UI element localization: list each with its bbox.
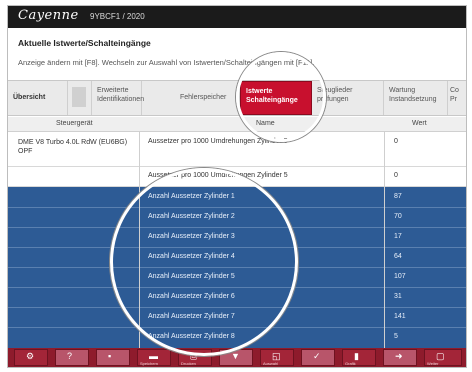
help-button[interactable]: ? bbox=[55, 349, 89, 366]
column-header-value: Wert bbox=[412, 120, 427, 127]
tab-fehlerspeicher[interactable]: Fehlerspeicher bbox=[142, 81, 240, 115]
message-icon: ▪ bbox=[108, 351, 112, 361]
confirm-button[interactable]: ✓ bbox=[301, 349, 335, 366]
value-cell: 0 bbox=[394, 172, 398, 179]
value-cell: 17 bbox=[394, 233, 402, 240]
device-cell: DME V8 Turbo 4.0L RdW (EU6BG) OPF bbox=[18, 139, 128, 155]
table-header: Steuergerät Name Wert bbox=[8, 117, 466, 132]
highlight-circle-values bbox=[110, 168, 298, 356]
tab-uebersicht[interactable]: Übersicht bbox=[8, 81, 68, 115]
value-cell: 141 bbox=[394, 313, 406, 320]
check-icon: ✓ bbox=[313, 351, 321, 361]
tab-blank[interactable] bbox=[68, 81, 92, 115]
page-title: Aktuelle Istwerte/Schalteingänge bbox=[18, 38, 151, 48]
value-cell: 5 bbox=[394, 333, 398, 340]
select-button[interactable]: ◱ Auswahl bbox=[260, 349, 294, 366]
filter-icon: ▼ bbox=[231, 351, 240, 361]
gear-icon: ⚙ bbox=[26, 351, 35, 361]
next-button[interactable]: ▢ Weiter bbox=[424, 349, 462, 366]
value-cell: 31 bbox=[394, 293, 402, 300]
vehicle-info: 9YBCF1 / 2020 bbox=[90, 12, 145, 21]
save-button[interactable]: ▬ Speichern bbox=[137, 349, 171, 366]
brand-logo: Cayenne bbox=[18, 8, 79, 23]
function-key-bar: ⚙ ? ▪ ▬ Speichern ⎙ Drucken ▼ ◱ Auswahl … bbox=[8, 348, 466, 367]
forward-button[interactable]: ➜ bbox=[383, 349, 417, 366]
value-cell: 64 bbox=[394, 253, 402, 260]
tab-more[interactable]: Co Pr bbox=[448, 81, 466, 115]
value-cell: 107 bbox=[394, 273, 406, 280]
highlight-circle-tab bbox=[236, 52, 326, 142]
value-cell: 70 bbox=[394, 213, 402, 220]
settings-button[interactable]: ⚙ bbox=[14, 349, 48, 366]
tab-placeholder bbox=[72, 87, 86, 107]
forward-icon: ➜ bbox=[395, 351, 403, 361]
column-header-device: Steuergerät bbox=[56, 120, 93, 127]
help-icon: ? bbox=[67, 351, 73, 361]
column-divider bbox=[384, 131, 385, 357]
graph-button[interactable]: ▮ Grafik bbox=[342, 349, 376, 366]
save-icon: ▬ bbox=[149, 351, 158, 361]
value-cell: 87 bbox=[394, 193, 402, 200]
table-row[interactable]: DME V8 Turbo 4.0L RdW (EU6BG) OPF Ausset… bbox=[8, 132, 466, 167]
tab-wartung-instandsetzung[interactable]: Wartung Instandsetzung bbox=[384, 81, 448, 115]
tab-erweiterte-identifikationen[interactable]: Erweiterte Identifikationen bbox=[92, 81, 144, 115]
message-button[interactable]: ▪ bbox=[96, 349, 130, 366]
value-cell: 0 bbox=[394, 138, 398, 145]
title-bar: Cayenne 9YBCF1 / 2020 bbox=[8, 6, 466, 28]
